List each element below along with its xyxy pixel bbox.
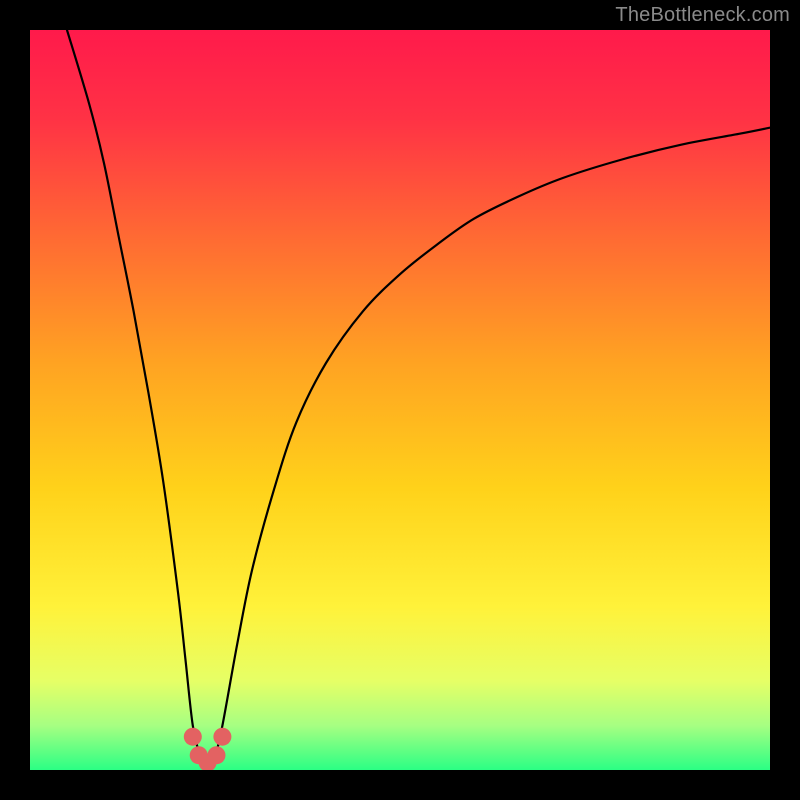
watermark-text: TheBottleneck.com — [615, 4, 790, 27]
chart-frame: TheBottleneck.com — [0, 0, 800, 800]
curve-layer — [30, 30, 770, 770]
optimal-marker — [184, 728, 202, 746]
optimal-range-markers — [184, 728, 232, 770]
plot-area — [30, 30, 770, 770]
optimal-marker — [207, 746, 225, 764]
optimal-marker — [213, 728, 231, 746]
bottleneck-curve — [67, 30, 770, 763]
